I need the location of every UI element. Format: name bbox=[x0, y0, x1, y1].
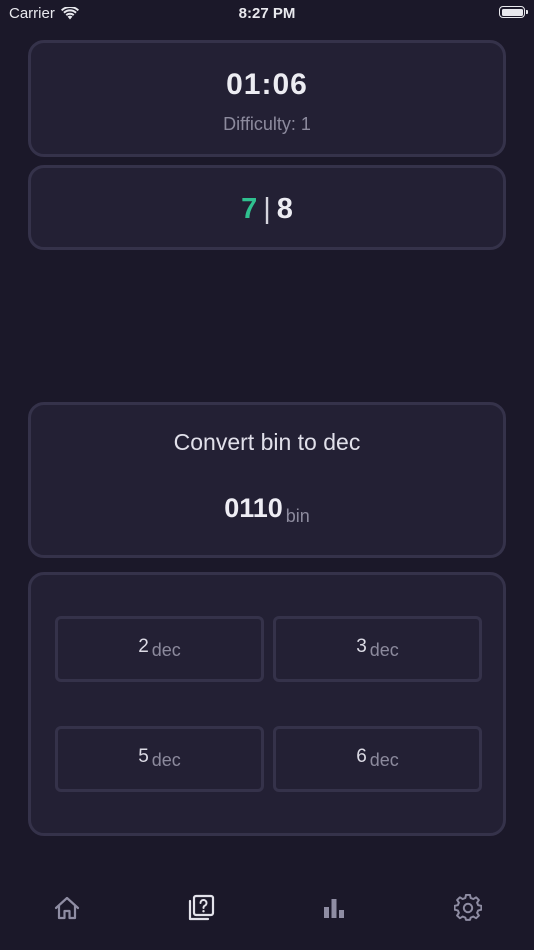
tab-settings[interactable] bbox=[450, 890, 486, 926]
question-value: 0110 bin bbox=[31, 493, 503, 526]
answer-unit: dec bbox=[369, 640, 399, 660]
battery-icon bbox=[499, 6, 528, 18]
status-time: 8:27 PM bbox=[238, 5, 296, 22]
answer-value: 2 bbox=[138, 636, 149, 657]
question-card: Convert bin to dec 0110 bin bbox=[28, 402, 506, 558]
answer-button-6[interactable]: 6 dec bbox=[273, 726, 482, 792]
answer-unit: dec bbox=[369, 750, 399, 770]
correct-count: 7 bbox=[241, 193, 258, 225]
question-number: 0110 bbox=[224, 493, 283, 523]
tab-bar bbox=[0, 880, 534, 936]
quiz-icon bbox=[188, 894, 215, 921]
question-prompt: Convert bin to dec bbox=[173, 429, 361, 455]
status-bar: Carrier 8:27 PM bbox=[0, 0, 534, 28]
gear-icon bbox=[454, 894, 482, 921]
question-unit: bin bbox=[285, 506, 310, 526]
answer-button-2[interactable]: 2 dec bbox=[55, 616, 264, 682]
timer-card: 01:06 Difficulty: 1 bbox=[28, 40, 506, 157]
difficulty-label: Difficulty: 1 bbox=[223, 114, 311, 134]
answers-card: 2 dec 3 dec 5 dec 6 dec bbox=[28, 572, 506, 836]
tab-home[interactable] bbox=[49, 890, 85, 926]
stats-icon bbox=[324, 899, 344, 918]
home-icon bbox=[54, 896, 80, 920]
answer-value: 6 bbox=[356, 746, 367, 767]
score-display: 7 | 8 bbox=[31, 193, 503, 226]
timer-display: 01:06 bbox=[226, 68, 308, 101]
tab-quiz[interactable] bbox=[183, 890, 219, 926]
answer-button-5[interactable]: 5 dec bbox=[55, 726, 264, 792]
answer-value: 5 bbox=[138, 746, 149, 767]
tab-stats[interactable] bbox=[316, 890, 352, 926]
score-separator: | bbox=[263, 193, 271, 225]
answer-unit: dec bbox=[151, 640, 181, 660]
total-count: 8 bbox=[276, 193, 293, 225]
answer-button-3[interactable]: 3 dec bbox=[273, 616, 482, 682]
answer-value: 3 bbox=[356, 636, 367, 657]
answer-unit: dec bbox=[151, 750, 181, 770]
score-card: 7 | 8 bbox=[28, 165, 506, 250]
